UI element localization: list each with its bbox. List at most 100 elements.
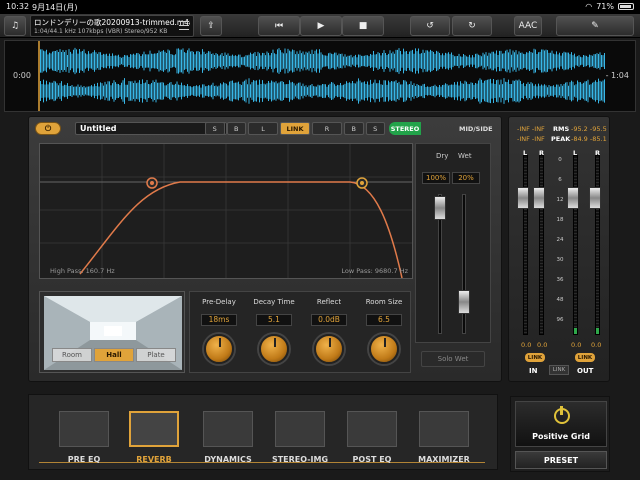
battery-text: 71% <box>596 2 614 11</box>
room-option-hall[interactable]: Hall <box>94 348 134 362</box>
solo-wet-button[interactable]: Solo Wet <box>421 351 485 367</box>
status-right: ◠ 71% <box>585 2 634 11</box>
high-pass-label: High Pass: 160.7 Hz <box>50 267 115 275</box>
eq-band-b-1[interactable]: B <box>226 122 246 135</box>
eq-graph[interactable]: High Pass: 160.7 Hz Low Pass: 9680.7 Hz <box>39 143 413 279</box>
param-label: Pre-Delay <box>202 298 236 306</box>
power-button[interactable]: ⏻ <box>35 122 61 135</box>
share-icon: ⇪ <box>207 21 215 31</box>
room-option-room[interactable]: Room <box>52 348 92 362</box>
wifi-icon: ◠ <box>585 2 593 11</box>
meter-scale-tick: 18 <box>556 217 564 223</box>
waveform-display[interactable] <box>5 41 635 111</box>
eq-band-s-0[interactable]: S <box>205 122 225 135</box>
room-selector: Room Hall Plate <box>52 348 176 362</box>
in-label: IN <box>529 367 538 375</box>
undo-button[interactable]: ↺ <box>410 16 450 36</box>
battery-icon <box>618 3 634 10</box>
play-button[interactable]: ▶ <box>300 16 342 36</box>
out-right-value: 0.0 <box>591 341 602 349</box>
module-reverb[interactable] <box>129 411 179 447</box>
format-label: AAC <box>518 21 538 31</box>
positive-grid-logo[interactable]: Positive Grid <box>515 401 607 447</box>
param-knob-pre-delay[interactable] <box>204 334 234 364</box>
dry-slider-handle[interactable] <box>434 196 446 220</box>
toolbar: ♫ ロンドンデリーの歌20200913-trimmed.m4a 1:04/44.… <box>0 14 640 38</box>
module-post-eq[interactable] <box>347 411 397 447</box>
param-knob-room-size[interactable] <box>369 334 399 364</box>
stop-button[interactable]: ■ <box>342 16 384 36</box>
meter-scale-tick: 36 <box>556 277 564 283</box>
module-pre-eq[interactable] <box>59 411 109 447</box>
out-right-meter <box>595 155 600 335</box>
waveform-panel[interactable]: 0:00 - 1:04 <box>4 40 636 112</box>
eq-band-selector: S B L LINK R B S <box>205 122 385 135</box>
in-left-fader[interactable] <box>517 187 529 209</box>
module-label-stereo-img: STEREO-IMG <box>271 455 329 464</box>
io-link-button[interactable]: LINK <box>549 365 569 375</box>
eq-band-r-4[interactable]: R <box>312 122 342 135</box>
param-knob-reflect[interactable] <box>314 334 344 364</box>
in-peak-readout: -INF -INF <box>517 135 545 143</box>
module-dynamics[interactable] <box>203 411 253 447</box>
format-button[interactable]: AAC <box>514 16 542 36</box>
peak-label: PEAK <box>551 135 571 143</box>
dry-wet-panel: Dry Wet 100% 20% <box>415 143 491 343</box>
module-label-dynamics: DYNAMICS <box>204 455 252 464</box>
module-chain: PRE EQ REVERB DYNAMICS STEREO-IMG POST EQ MAX… <box>28 394 498 470</box>
param-reflect: Reflect 0.0dB <box>302 296 356 326</box>
in-rms-readout: -INF -INF <box>517 125 545 133</box>
redo-button[interactable]: ↻ <box>452 16 492 36</box>
out-label: OUT <box>577 367 594 375</box>
out-right-fader[interactable] <box>589 187 601 209</box>
eq-band-link-3[interactable]: LINK <box>280 122 310 135</box>
settings-button[interactable]: ✎ <box>556 16 634 36</box>
stereo-midside-toggle[interactable]: STEREO <box>389 122 449 177</box>
out-rms-readout: -95.2 -95.5 <box>571 125 607 133</box>
wrench-icon: ✎ <box>591 21 599 31</box>
param-knob-decay-time[interactable] <box>259 334 289 364</box>
share-button[interactable]: ⇪ <box>200 16 222 36</box>
wet-slider-handle[interactable] <box>458 290 470 314</box>
undo-icon: ↺ <box>426 21 434 31</box>
time-remaining: - 1:04 <box>605 71 629 80</box>
module-label-post-eq: POST EQ <box>352 455 392 464</box>
param-decay-time: Decay Time 5.1 <box>247 296 301 326</box>
brand-name: Positive Grid <box>532 432 590 441</box>
play-icon: ▶ <box>317 21 325 31</box>
param-value: 6.5 <box>366 314 402 326</box>
eq-curve <box>40 144 412 278</box>
dry-label: Dry <box>436 152 449 160</box>
stereo-label: STEREO <box>389 122 421 135</box>
reverb-plugin-panel: ⏻ Untitled S B L LINK R B S STEREO MID/SIDE Hi… <box>28 116 502 382</box>
module-maximizer[interactable] <box>419 411 469 447</box>
eq-band-s-6[interactable]: S <box>365 122 385 135</box>
wet-value: 20% <box>452 172 480 184</box>
rms-label: RMS <box>553 125 570 133</box>
file-meta: 1:04/44.1 kHz 107kbps (VBR) Stereo/952 K… <box>34 28 168 35</box>
param-pre-delay: Pre-Delay 18ms <box>192 296 246 326</box>
hamburger-menu-icon[interactable] <box>179 21 189 30</box>
meter-scale-tick: 6 <box>558 177 562 183</box>
module-label-maximizer: MAXIMIZER <box>418 455 470 464</box>
param-label: Decay Time <box>253 298 295 306</box>
skip-back-button[interactable]: ⏮ <box>258 16 300 36</box>
midside-label: MID/SIDE <box>459 125 493 133</box>
meter-scale-tick: 24 <box>556 237 564 243</box>
eq-band-b-5[interactable]: B <box>344 122 364 135</box>
out-link-button[interactable]: LINK <box>575 353 595 362</box>
meter-scale-tick: 0 <box>558 157 562 163</box>
brand-panel: Positive Grid PRESET <box>510 396 610 472</box>
dry-value: 100% <box>422 172 450 184</box>
eq-band-l-2[interactable]: L <box>248 122 278 135</box>
status-time: 10:32 <box>6 2 30 11</box>
music-library-button[interactable]: ♫ <box>4 16 26 36</box>
in-right-fader[interactable] <box>533 187 545 209</box>
file-info[interactable]: ロンドンデリーの歌20200913-trimmed.m4a 1:04/44.1 … <box>30 15 194 37</box>
preset-button[interactable]: PRESET <box>515 451 607 469</box>
meter-scale-tick: 48 <box>556 297 564 303</box>
meter-scale-tick: 96 <box>556 317 564 323</box>
in-link-button[interactable]: LINK <box>525 353 545 362</box>
module-stereo-img[interactable] <box>275 411 325 447</box>
room-option-plate[interactable]: Plate <box>136 348 176 362</box>
